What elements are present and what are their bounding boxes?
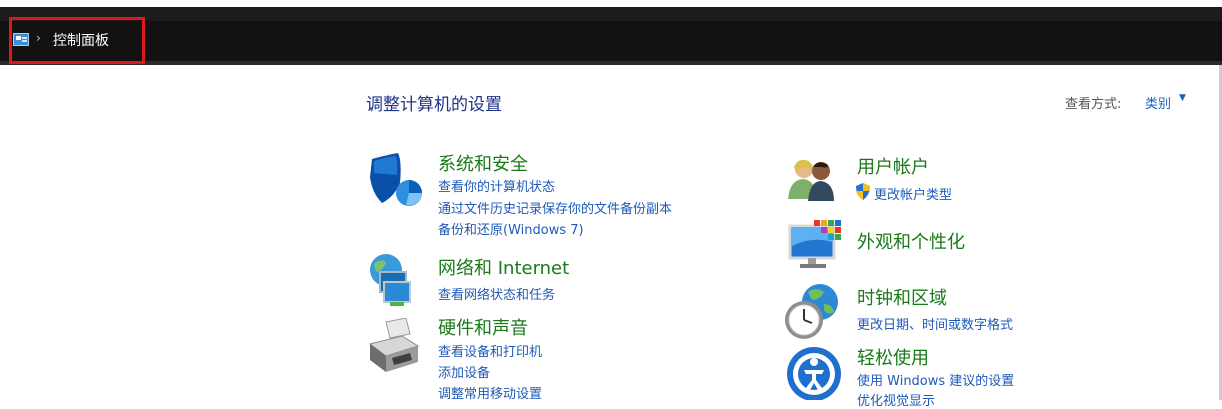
link-mobility-settings[interactable]: 调整常用移动设置: [438, 383, 542, 402]
link-view-computer-status[interactable]: 查看你的计算机状态: [438, 176, 555, 195]
address-bar-divider: [0, 61, 1222, 65]
title-bar: [0, 7, 1222, 21]
category-network-internet[interactable]: 网络和 Internet: [438, 254, 569, 280]
chevron-down-icon[interactable]: ▼: [1179, 93, 1186, 103]
uac-shield-icon: [856, 183, 870, 200]
globe-network-icon[interactable]: [366, 252, 416, 308]
category-hardware-sound[interactable]: 硬件和声音: [438, 314, 528, 340]
category-ease-of-access[interactable]: 轻松使用: [857, 344, 929, 370]
category-appearance[interactable]: 外观和个性化: [857, 228, 965, 254]
printer-icon[interactable]: [366, 318, 422, 376]
link-change-account-type[interactable]: 更改帐户类型: [874, 184, 952, 203]
ease-of-access-icon[interactable]: [786, 346, 842, 400]
link-file-history-backup[interactable]: 通过文件历史记录保存你的文件备份副本: [438, 198, 672, 217]
link-devices-printers[interactable]: 查看设备和打印机: [438, 341, 542, 360]
users-icon[interactable]: [788, 157, 836, 201]
address-bar[interactable]: [0, 21, 1222, 61]
highlight-box: [9, 17, 145, 64]
link-add-device[interactable]: 添加设备: [438, 362, 490, 381]
link-network-status-tasks[interactable]: 查看网络状态和任务: [438, 284, 555, 303]
category-system-security[interactable]: 系统和安全: [438, 150, 528, 176]
link-backup-restore[interactable]: 备份和还原(Windows 7): [438, 219, 584, 238]
category-user-accounts[interactable]: 用户帐户: [857, 153, 929, 179]
page-title: 调整计算机的设置: [366, 95, 502, 115]
link-date-time-format[interactable]: 更改日期、时间或数字格式: [857, 314, 1013, 333]
view-by-label: 查看方式:: [1065, 97, 1122, 112]
clock-globe-icon[interactable]: [784, 282, 844, 342]
window-top-strip: [0, 0, 1222, 7]
link-windows-recommended-settings[interactable]: 使用 Windows 建议的设置: [857, 370, 1014, 389]
view-by-dropdown[interactable]: 类别: [1145, 93, 1171, 112]
shield-icon[interactable]: [368, 153, 424, 209]
monitor-icon[interactable]: [788, 216, 844, 272]
category-clock-region[interactable]: 时钟和区域: [857, 284, 947, 310]
